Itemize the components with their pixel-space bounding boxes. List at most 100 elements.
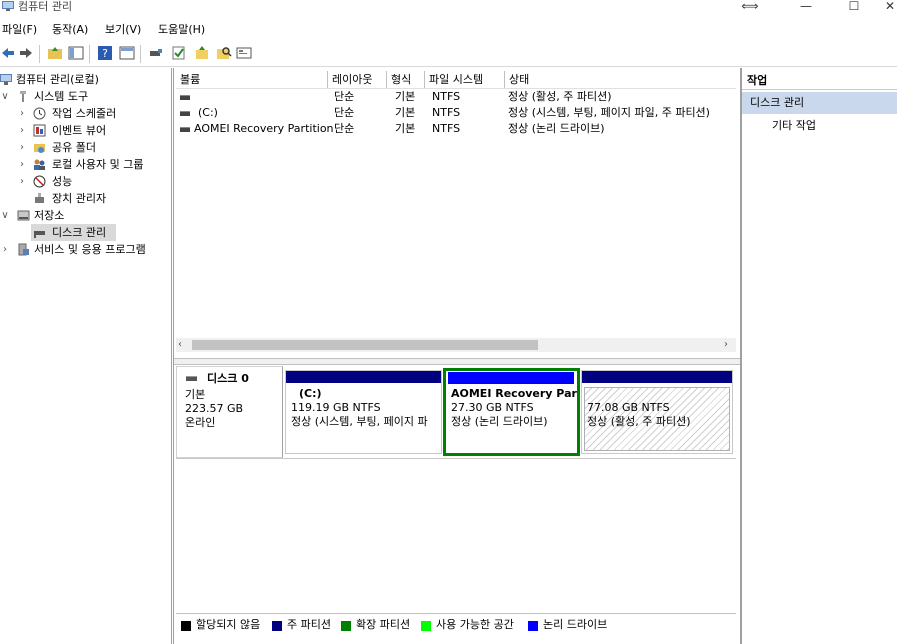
cell-volume: (C:) — [198, 106, 218, 119]
tree-item-system-tools[interactable]: ∨ 시스템 도구 — [0, 88, 171, 105]
shared-folder-icon — [34, 144, 45, 153]
chevron-down-icon[interactable]: ∨ — [0, 88, 10, 105]
console-window-icon[interactable] — [236, 45, 252, 61]
column-header-status[interactable]: 상태 — [505, 71, 736, 88]
partition-c[interactable]: (C:) 119.19 GB NTFS 정상 (시스템, 부팅, 페이지 파 — [285, 370, 442, 454]
console-tree: 컴퓨터 관리(로컬) ∨ 시스템 도구 › 작업 스케줄러 › 이벤트 뷰어 ›… — [0, 68, 172, 644]
services-icon — [18, 243, 29, 256]
tree-item-task-scheduler[interactable]: › 작업 스케줄러 — [0, 105, 171, 122]
action-pane: 작업 디스크 관리 기타 작업 — [741, 68, 897, 644]
menu-file[interactable]: 파일(F) — [2, 23, 37, 37]
chevron-right-icon[interactable]: › — [17, 105, 27, 122]
cell-layout: 단순 — [334, 90, 355, 103]
partition-bar — [582, 371, 732, 383]
tree-item-local-users[interactable]: › 로컬 사용자 및 그룹 — [0, 156, 171, 173]
drive-icon — [180, 126, 190, 132]
cell-type: 기본 — [395, 90, 416, 103]
toolbar-separator — [89, 45, 90, 63]
partition-bar — [286, 371, 441, 383]
chevron-right-icon[interactable]: › — [0, 241, 10, 258]
menu-action[interactable]: 동작(A) — [52, 23, 88, 37]
tree-item-event-viewer[interactable]: › 이벤트 뷰어 — [0, 122, 171, 139]
horizontal-scrollbar[interactable]: ‹ › — [176, 338, 736, 352]
column-header-filesystem[interactable]: 파일 시스템 — [425, 71, 505, 88]
tree-label: 장치 관리자 — [52, 192, 107, 205]
partition-title — [587, 387, 727, 401]
forward-arrow-icon[interactable] — [18, 45, 34, 61]
disk-row-divider — [176, 458, 736, 459]
minimize-button[interactable]: — — [786, 0, 826, 14]
tree-item-storage[interactable]: ∨ 저장소 — [0, 207, 171, 224]
cell-layout: 단순 — [334, 106, 355, 119]
tree-item-device-manager[interactable]: 장치 관리자 — [0, 190, 171, 207]
column-header-layout[interactable]: 레이아웃 — [328, 71, 387, 88]
properties-icon[interactable] — [119, 45, 135, 61]
action-more-actions[interactable]: 기타 작업 — [772, 118, 816, 134]
scroll-right-icon[interactable]: › — [724, 338, 728, 352]
tree-label: 성능 — [52, 175, 73, 188]
svg-text:?: ? — [102, 47, 108, 60]
up-folder-icon[interactable] — [47, 45, 63, 61]
tree-item-disk-management[interactable]: 디스크 관리 — [31, 224, 116, 241]
action-group-disk-management[interactable]: 디스크 관리 — [742, 92, 897, 114]
tree-item-performance[interactable]: › 성능 — [0, 173, 171, 190]
partition-size: 77.08 GB NTFS — [587, 401, 670, 414]
tree-label: 디스크 관리 — [52, 226, 107, 239]
tree-item-root[interactable]: 컴퓨터 관리(로컬) — [0, 71, 171, 88]
column-header-volume[interactable]: 볼륨 — [176, 71, 328, 88]
title-bar: 컴퓨터 관리 ⟺ — ☐ ✕ — [0, 0, 897, 18]
chevron-right-icon[interactable]: › — [17, 122, 27, 139]
search-icon[interactable] — [216, 45, 232, 61]
legend-swatch — [272, 621, 282, 631]
connect-icon[interactable] — [148, 45, 164, 61]
chevron-right-icon[interactable]: › — [17, 156, 27, 173]
table-row[interactable]: 단순 기본 NTFS 정상 (활성, 주 파티션) — [176, 89, 736, 105]
chevron-right-icon[interactable]: › — [17, 139, 27, 156]
close-button[interactable]: ✕ — [870, 0, 897, 14]
scroll-left-icon[interactable]: ‹ — [178, 338, 182, 352]
menu-help[interactable]: 도움말(H) — [158, 23, 205, 37]
tree-label: 로컬 사용자 및 그룹 — [52, 158, 144, 171]
maximize-button[interactable]: ☐ — [834, 0, 874, 14]
table-row[interactable]: AOMEI Recovery Partition 단순 기본 NTFS 정상 (… — [176, 121, 736, 137]
disk-size: 223.57 GB — [185, 402, 244, 415]
chevron-right-icon[interactable]: › — [17, 173, 27, 190]
partition-status: 정상 (시스템, 부팅, 페이지 파 — [291, 415, 428, 428]
tree-item-services-apps[interactable]: › 서비스 및 응용 프로그램 — [0, 241, 171, 258]
partition-active-primary[interactable]: 77.08 GB NTFS 정상 (활성, 주 파티션) — [581, 370, 733, 454]
legend-label: 할당되지 않음 — [196, 618, 261, 631]
cell-type: 기본 — [395, 122, 416, 135]
pane-splitter[interactable] — [174, 358, 740, 365]
disk-name: 디스크 0 — [207, 372, 249, 385]
chevron-down-icon[interactable]: ∨ — [0, 207, 10, 224]
menu-view[interactable]: 보기(V) — [105, 23, 141, 37]
console-tree-icon[interactable] — [68, 45, 84, 61]
tree-label: 서비스 및 응용 프로그램 — [34, 243, 146, 256]
clock-icon — [33, 107, 46, 120]
help-icon[interactable]: ? — [97, 45, 113, 61]
partition-body: (C:) 119.19 GB NTFS 정상 (시스템, 부팅, 페이지 파 — [286, 385, 441, 453]
tree-item-shared-folders[interactable]: › 공유 폴더 — [0, 139, 171, 156]
toolbar: ? — [0, 42, 897, 67]
partition-title: AOMEI Recovery Part — [451, 387, 577, 400]
drive-icon — [180, 110, 190, 116]
partition-status: 정상 (논리 드라이브) — [451, 415, 548, 428]
back-arrow-icon[interactable] — [0, 45, 16, 61]
partition-body: 77.08 GB NTFS 정상 (활성, 주 파티션) — [582, 385, 732, 453]
scroll-thumb[interactable] — [192, 340, 538, 350]
cell-filesystem: NTFS — [432, 90, 461, 103]
disk-info-box[interactable]: 디스크 0 기본 223.57 GB 온라인 — [176, 366, 283, 458]
export-icon[interactable] — [194, 45, 210, 61]
resize-cursor-icon: ⟺ — [741, 0, 759, 13]
cell-type: 기본 — [395, 106, 416, 119]
disk-type: 기본 — [185, 388, 206, 401]
partition-aomei-recovery[interactable]: AOMEI Recovery Part 27.30 GB NTFS 정상 (논리… — [443, 368, 580, 456]
window-title: 컴퓨터 관리 — [18, 0, 73, 13]
check-list-icon[interactable] — [171, 45, 187, 61]
legend-label: 확장 파티션 — [356, 618, 411, 631]
table-row[interactable]: (C:) 단순 기본 NTFS 정상 (시스템, 부팅, 페이지 파일, 주 파… — [176, 105, 736, 121]
tree-label: 이벤트 뷰어 — [52, 124, 107, 137]
legend-swatch — [528, 621, 538, 631]
cell-status: 정상 (활성, 주 파티션) — [508, 90, 612, 103]
column-header-type[interactable]: 형식 — [387, 71, 425, 88]
